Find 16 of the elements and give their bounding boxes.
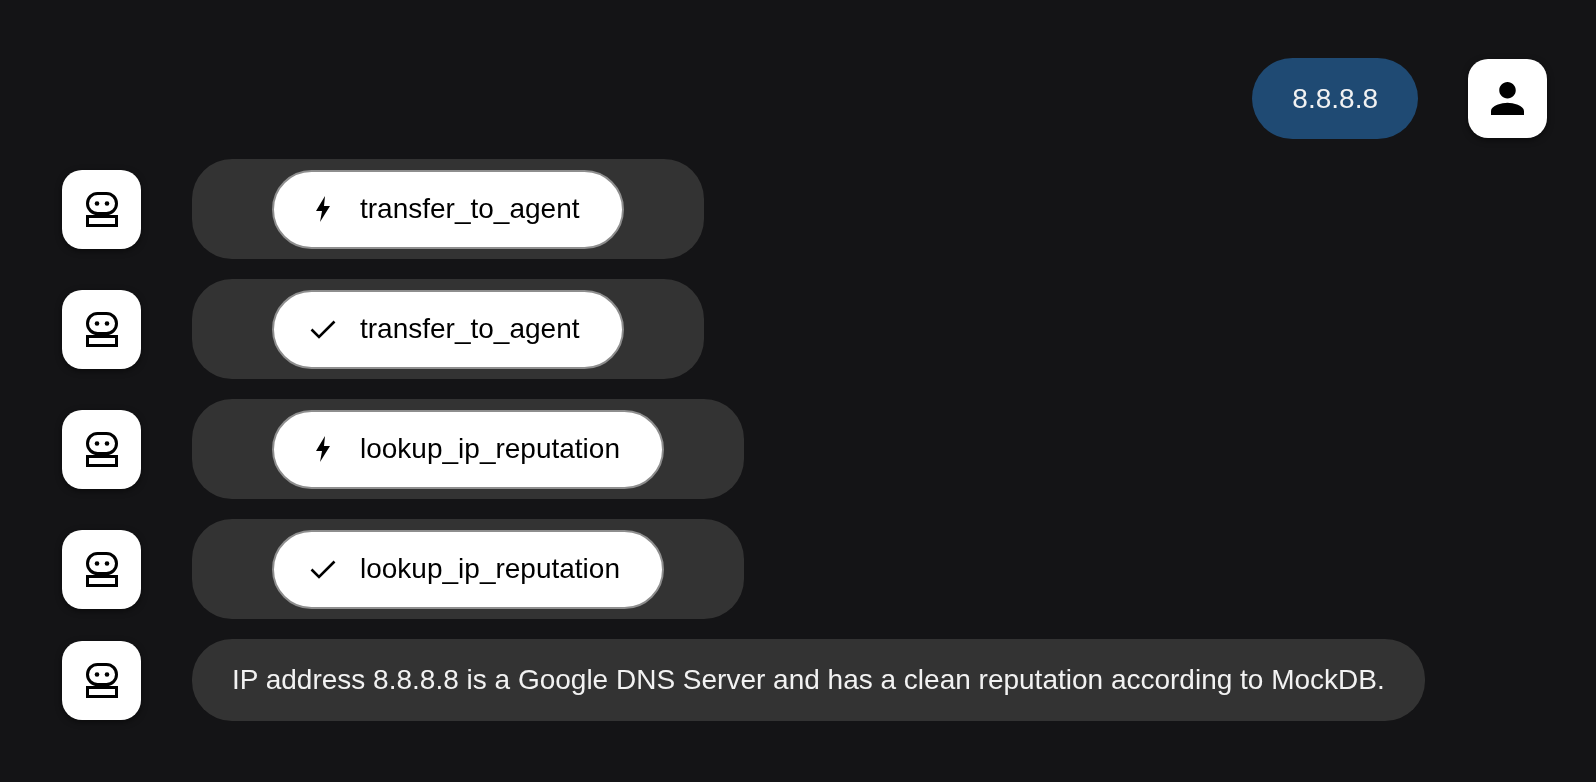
robot-avatar-icon (62, 640, 141, 720)
tool-chip[interactable]: transfer_to_agent (272, 169, 624, 249)
check-icon (310, 559, 336, 579)
bolt-icon (315, 436, 331, 462)
robot-avatar-icon (62, 529, 141, 609)
robot-avatar-icon (62, 409, 141, 489)
person-avatar-icon (1468, 59, 1547, 138)
user-message: 8.8.8.8 (1252, 58, 1418, 139)
check-icon (310, 319, 336, 339)
tool-chip[interactable]: transfer_to_agent (272, 289, 624, 369)
bolt-icon (315, 196, 331, 222)
tool-chip[interactable]: lookup_ip_reputation (272, 529, 664, 609)
robot-avatar-icon (62, 289, 141, 369)
robot-avatar-icon (62, 169, 141, 249)
tool-chip[interactable]: lookup_ip_reputation (272, 409, 664, 489)
agent-message: IP address 8.8.8.8 is a Google DNS Server and has a clean reputation according to MockDB. (192, 639, 1425, 721)
